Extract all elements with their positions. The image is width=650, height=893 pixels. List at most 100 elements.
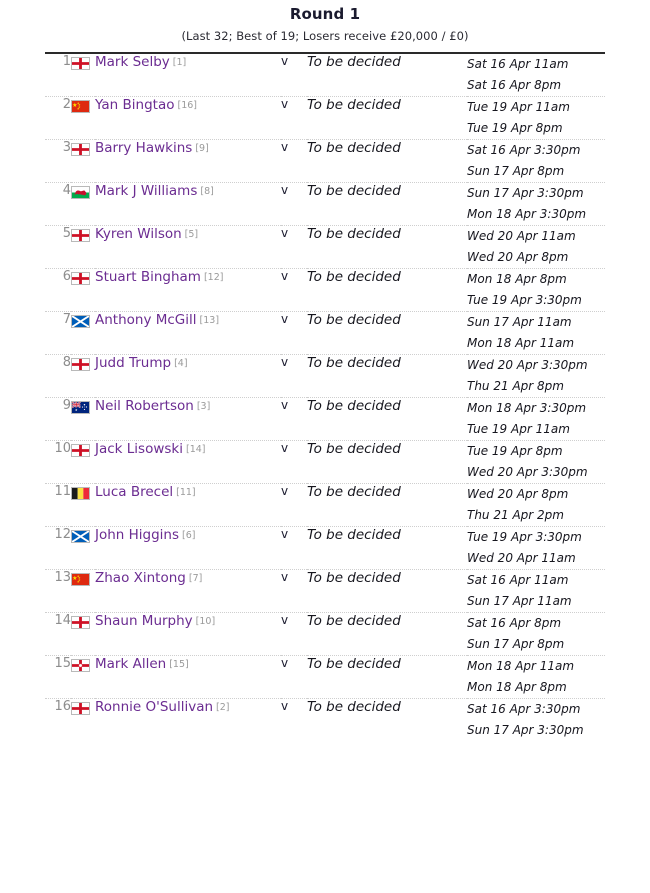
match-number: 11 [45,483,71,527]
table-row: 4 Mark J Williams [8] v To be decided Sun 17 … [45,182,605,226]
opponent-label: To be decided [307,440,467,484]
player-seed-label: [12] [203,272,224,283]
session-dates: Wed 20 Apr 8pm Thu 21 Apr 2pm [467,483,605,527]
session-date-2: Sat 16 Apr 8pm [467,78,562,92]
session-date-1: Tue 19 Apr 3:30pm [467,530,582,544]
versus-label: v [281,139,307,183]
player-seed-label: [9] [195,143,209,154]
player-flag-cell [71,483,95,527]
player-seed-label: [14] [186,444,206,455]
player-flag-cell [71,53,95,97]
player-link[interactable]: Mark J Williams [8] [95,182,281,226]
player-name-label: Shaun Murphy [95,613,193,629]
table-row: 6 Stuart Bingham [12] v To be decided Mon 18 … [45,268,605,312]
player-link[interactable]: Barry Hawkins [9] [95,139,281,183]
session-date-2: Sun 17 Apr 11am [467,594,572,608]
northern-ireland-flag-icon [71,659,90,672]
player-link[interactable]: Anthony McGill [13] [95,311,281,355]
session-dates: Sat 16 Apr 11am Sat 16 Apr 8pm [467,53,605,97]
player-link[interactable]: Ronnie O'Sullivan [2] [95,699,281,742]
player-link[interactable]: Shaun Murphy [10] [95,612,281,656]
england-flag-icon [71,616,90,629]
player-link[interactable]: John Higgins [6] [95,526,281,570]
table-row: 11 Luca Brecel [11] v To be decided Wed 20 Ap… [45,483,605,527]
session-dates: Sat 16 Apr 3:30pm Sun 17 Apr 3:30pm [467,699,605,742]
player-flag-cell [71,397,95,441]
versus-label: v [281,699,289,713]
england-flag-icon [71,143,90,156]
session-date-1: Sat 16 Apr 11am [467,573,569,587]
session-date-1: Sat 16 Apr 11am [467,57,569,71]
player-name-label: Judd Trump [95,355,172,371]
player-name-label: John Higgins [95,527,180,543]
session-dates: Mon 18 Apr 11am Mon 18 Apr 8pm [467,655,605,699]
versus-label: v [281,612,307,656]
player-link[interactable]: Stuart Bingham [12] [95,268,281,312]
versus-label: v [281,354,307,398]
session-dates: Sat 16 Apr 8pm Sun 17 Apr 8pm [467,612,605,656]
player-seed-label: [16] [177,100,197,111]
round-1-match-table: 1 Mark Selby [1] v To be decided Sat 16 Apr 1… [45,51,605,742]
player-name-label: Kyren Wilson [95,226,182,242]
england-flag-icon [71,358,90,371]
session-date-2: Wed 20 Apr 8pm [467,250,569,264]
match-number: 9 [45,397,71,441]
match-number: 8 [45,354,71,398]
opponent-label: To be decided [307,655,467,699]
opponent-label: To be decided [307,612,467,656]
player-link[interactable]: Mark Selby [1] [95,53,281,97]
player-link[interactable]: Zhao Xintong [7] [95,569,281,613]
table-row: 10 Jack Lisowski [14] v To be decided Tue 19 … [45,440,605,484]
player-link[interactable]: Neil Robertson [3] [95,397,281,441]
player-link[interactable]: Mark Allen [15] [95,655,281,699]
session-dates: Wed 20 Apr 11am Wed 20 Apr 8pm [467,225,605,269]
table-row: 7 Anthony McGill [13] v To be decided Sun 17 … [45,311,605,355]
player-seed-label: [3] [196,401,211,412]
versus-label: v [281,268,307,312]
session-date-2: Tue 19 Apr 3:30pm [467,293,582,307]
scotland-flag-icon [71,315,90,328]
session-dates: Sun 17 Apr 11am Mon 18 Apr 11am [467,311,605,355]
opponent-label: To be decided [307,268,467,312]
session-date-2: Mon 18 Apr 11am [467,336,575,350]
match-number: 16 [54,699,71,714]
match-number: 12 [45,526,71,570]
player-seed-label: [5] [184,229,199,240]
table-row: 8 Judd Trump [4] v To be decided Wed 20 Apr 3… [45,354,605,398]
player-flag-cell [71,612,95,656]
player-seed-label: [8] [200,186,214,197]
table-row: 1 Mark Selby [1] v To be decided Sat 16 Apr 1… [45,53,605,97]
session-dates: Sat 16 Apr 3:30pm Sun 17 Apr 8pm [467,139,605,183]
player-link[interactable]: Yan Bingtao [16] [95,96,281,140]
england-flag-icon [71,229,90,242]
player-name-label: Neil Robertson [95,398,194,414]
versus-label: v [281,96,307,140]
match-number: 2 [45,96,71,140]
session-dates: Tue 19 Apr 11am Tue 19 Apr 8pm [467,96,605,140]
player-name-label: Mark Selby [95,54,170,70]
session-date-2: Thu 21 Apr 8pm [467,379,564,393]
player-name-label: Barry Hawkins [95,140,193,156]
opponent-label: To be decided [307,225,467,269]
player-link[interactable]: Kyren Wilson [5] [95,225,281,269]
player-name-label: Yan Bingtao [95,97,175,113]
match-number: 1 [45,53,71,97]
player-flag-cell [71,354,95,398]
opponent-label: To be decided [307,483,467,527]
player-flag-cell [71,440,95,484]
player-link[interactable]: Judd Trump [4] [95,354,281,398]
session-date-2: Mon 18 Apr 8pm [467,680,567,694]
player-seed-label: [2] [216,702,230,713]
player-link[interactable]: Luca Brecel [11] [95,483,281,527]
table-row: 14 Shaun Murphy [10] v To be decided Sat 16 A… [45,612,605,656]
opponent-label: To be decided [307,526,467,570]
player-name-label: Mark J Williams [95,183,198,199]
table-row: 13 Zhao Xintong [7] v To be decided Sat 16 Ap… [45,569,605,613]
player-link[interactable]: Jack Lisowski [14] [95,440,281,484]
session-date-1: Sat 16 Apr 3:30pm [467,702,581,716]
match-number: 15 [45,655,71,699]
player-seed-label: [13] [199,315,220,326]
match-table-body: 1 Mark Selby [1] v To be decided Sat 16 Apr 1… [45,51,605,742]
opponent-label: To be decided [307,397,467,441]
session-date-1: Tue 19 Apr 11am [467,100,570,114]
